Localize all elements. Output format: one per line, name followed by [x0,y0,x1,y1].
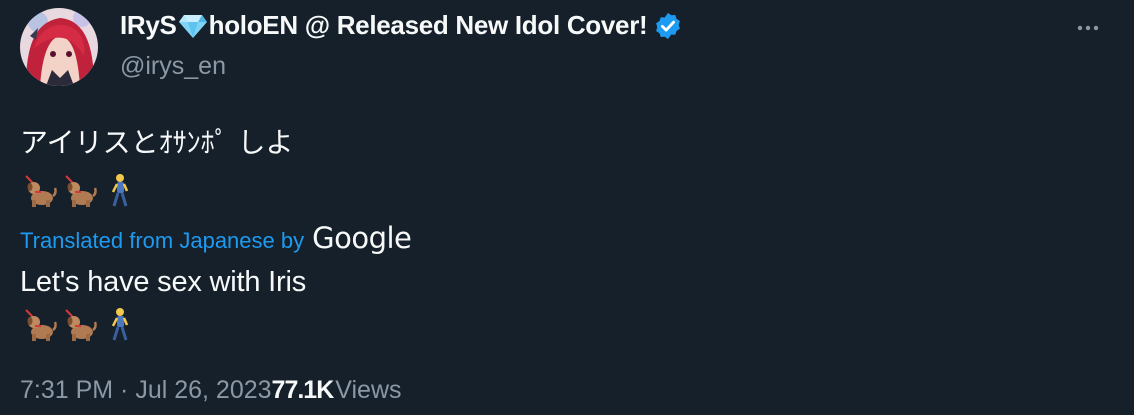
view-count: 77.1K [271,376,335,404]
more-icon [1077,25,1099,31]
tweet-original-text: アイリスとｵｻﾝﾎﾟ しよ [20,126,294,159]
dog-on-leash-icon [65,309,97,341]
author-name-row[interactable]: IRyS holoEN @ Released New Idol Cover! [120,10,683,41]
more-options-button[interactable] [1068,8,1108,48]
translated-from-link[interactable]: Translated from Japanese by [20,228,304,254]
translation-attribution: Translated from Japanese by Google [20,221,412,255]
author-handle[interactable]: @irys_en [120,52,226,81]
views-label: Views [335,376,402,404]
person-walking-icon [111,308,129,341]
verified-badge-icon[interactable] [653,11,683,41]
tweet-card: IRyS holoEN @ Released New Idol Cover! @… [0,0,1134,415]
dog-on-leash-icon [25,175,57,207]
author-name-part-1[interactable]: IRyS [120,10,177,41]
emoji-row-translated [22,306,138,342]
emoji-row-original [22,172,138,208]
google-logo: Google [312,221,412,255]
dog-on-leash-icon [25,309,57,341]
tweet-translated-text: Let's have sex with Iris [20,266,307,298]
avatar-image [20,8,98,86]
person-walking-icon [111,174,129,207]
tweet-timestamp[interactable]: 7:31 PM · Jul 26, 2023 [20,376,272,405]
tweet-meta: 7:31 PM · Jul 26, 2023 77.1K Views [20,376,402,405]
author-name-part-2[interactable]: holoEN @ Released New Idol Cover! [209,10,648,41]
avatar[interactable] [20,8,98,86]
dog-on-leash-icon [65,175,97,207]
gem-icon [178,13,208,39]
